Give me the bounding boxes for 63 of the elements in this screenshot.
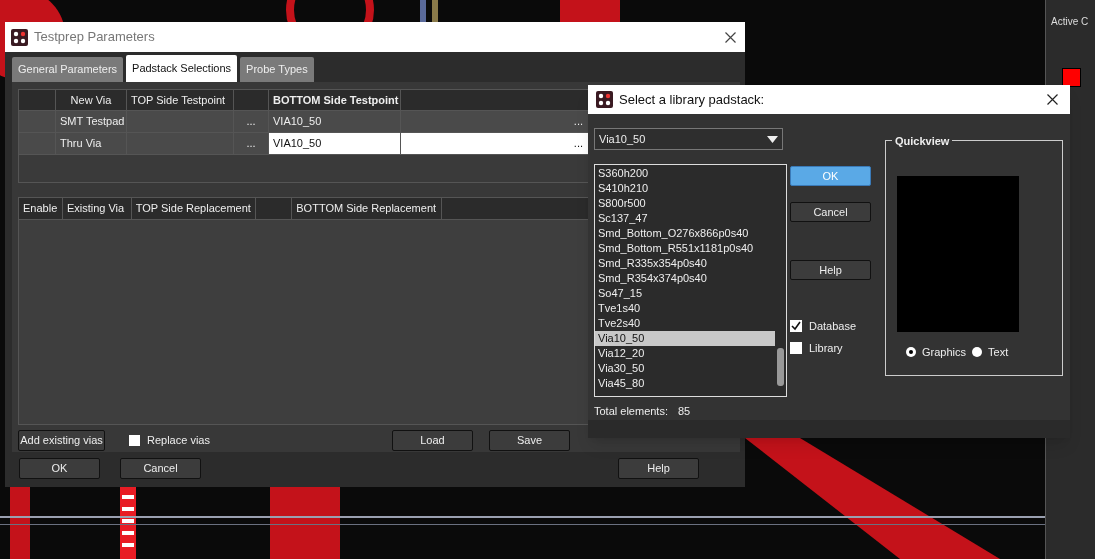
- close-icon[interactable]: [725, 31, 736, 43]
- column-header: Enable: [19, 198, 63, 219]
- radio-label: Text: [988, 345, 1009, 360]
- column-header: TOP Side Testpoint: [127, 90, 234, 110]
- checkbox[interactable]: [790, 320, 802, 333]
- scrollbar-thumb[interactable]: [777, 348, 784, 386]
- dropdown[interactable]: Via10_50: [594, 128, 783, 150]
- window-title: Select a library padstack:: [619, 90, 765, 109]
- list-item[interactable]: Tve1s40: [595, 301, 775, 316]
- table-cell: VIA10_50: [269, 111, 401, 132]
- radio-button[interactable]: [972, 347, 983, 358]
- column-header: Existing Via: [62, 198, 132, 219]
- dialog-button[interactable]: Cancel: [790, 202, 871, 222]
- list-item[interactable]: Via12_20: [595, 346, 775, 361]
- close-icon[interactable]: [1047, 94, 1058, 105]
- column-header: TOP Side Replacement: [131, 198, 257, 219]
- dialog-button[interactable]: Help: [790, 260, 871, 280]
- checkbox[interactable]: [790, 341, 802, 354]
- tab[interactable]: Padstack Selections: [126, 55, 238, 82]
- app-icon: [596, 91, 613, 108]
- check-icon: [791, 321, 801, 332]
- list-item[interactable]: S360h200: [595, 166, 775, 181]
- checkbox-label: Database: [809, 319, 857, 334]
- tab[interactable]: Probe Types: [240, 57, 314, 82]
- checkbox-label: Library: [809, 340, 843, 356]
- save-button[interactable]: Save: [489, 430, 570, 451]
- column-header: BOTTOM Side Testpoint: [269, 90, 401, 110]
- checkbox[interactable]: [129, 435, 140, 446]
- caret-icon: [767, 135, 778, 143]
- help-button[interactable]: Help: [618, 458, 699, 479]
- list-item[interactable]: Smd_Bottom_R551x1181p0s40: [595, 241, 775, 256]
- list-item[interactable]: Via30_50: [595, 361, 775, 376]
- tab[interactable]: General Parameters: [12, 57, 124, 82]
- column-header: BOTTOM Side Replacement: [292, 198, 442, 219]
- list-item[interactable]: Via45_80: [595, 376, 775, 391]
- checkbox-label: Replace vias: [147, 433, 210, 449]
- color-swatch[interactable]: [1062, 68, 1081, 87]
- table-cell: SMT Testpad: [56, 111, 127, 132]
- window-title: Testprep Parameters: [34, 28, 155, 47]
- list-item[interactable]: S410h210: [595, 181, 775, 196]
- list-item[interactable]: So47_15: [595, 286, 775, 301]
- browse-button[interactable]: ...: [234, 111, 269, 132]
- add-vias-button[interactable]: Add existing vias: [18, 430, 105, 451]
- radio-button[interactable]: [906, 347, 916, 358]
- column-header: New Via: [56, 90, 127, 110]
- list-item[interactable]: S800r500: [595, 196, 775, 211]
- input-field[interactable]: VIA10_50: [269, 133, 401, 154]
- radio-label: Graphics: [922, 345, 967, 360]
- app-icon: [11, 28, 28, 46]
- cancel-button[interactable]: Cancel: [120, 458, 201, 479]
- list-item[interactable]: Via10_50: [595, 331, 775, 346]
- table-cell: Thru Via: [56, 133, 127, 154]
- list-item[interactable]: Smd_R354x374p0s40: [595, 271, 775, 286]
- total-label: Total elements:: [594, 404, 668, 419]
- panel-label: Active C: [1051, 15, 1089, 29]
- browse-button[interactable]: ...: [234, 133, 269, 154]
- ok-button[interactable]: OK: [19, 458, 100, 479]
- list-item[interactable]: Sc137_47: [595, 211, 775, 226]
- total-count: 85: [678, 404, 691, 419]
- list-item[interactable]: Tve2s40: [595, 316, 775, 331]
- list-item[interactable]: Smd_Bottom_O276x866p0s40: [595, 226, 775, 241]
- list-item[interactable]: Smd_R335x354p0s40: [595, 256, 775, 271]
- load-button[interactable]: Load: [392, 430, 473, 451]
